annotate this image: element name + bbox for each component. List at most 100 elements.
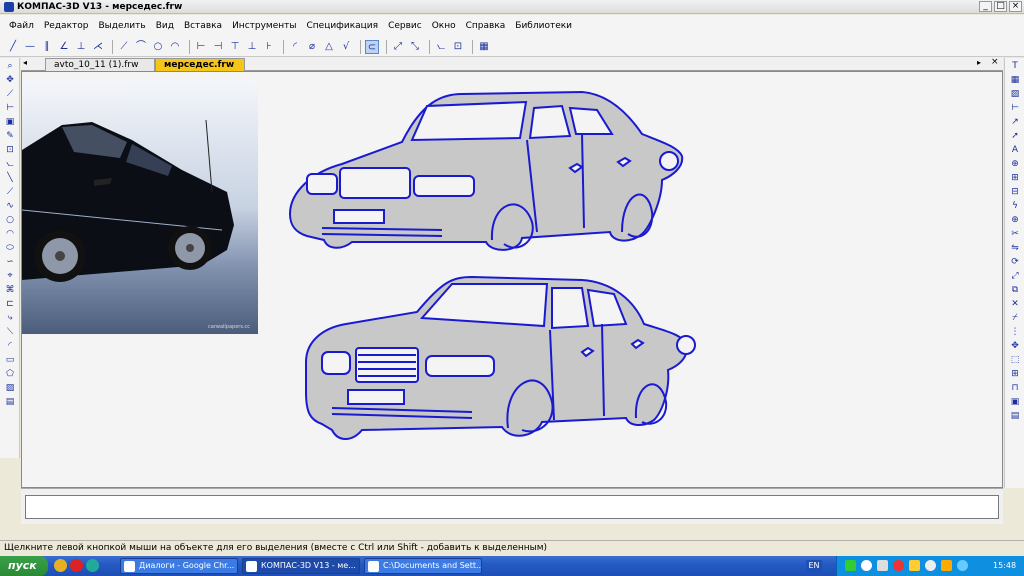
close-button[interactable]: × <box>1009 1 1022 12</box>
dimension-tool-icon[interactable]: ⊢ <box>194 40 208 54</box>
segment-tool-icon[interactable]: — <box>23 40 37 54</box>
line-icon[interactable]: ╲ <box>2 172 18 184</box>
menu-libraries[interactable]: Библиотеки <box>510 21 577 31</box>
menu-editor[interactable]: Редактор <box>39 21 94 31</box>
report-icon[interactable]: ⊏ <box>2 298 18 310</box>
delete-icon[interactable]: ✕ <box>1007 298 1023 310</box>
fillet-tool-icon[interactable]: ◜ <box>288 40 302 54</box>
start-button[interactable]: пуск <box>0 556 48 576</box>
tabs-left-arrow-icon[interactable]: ◂ <box>23 58 27 67</box>
ellipse-icon[interactable]: ⬭ <box>2 242 18 254</box>
task-kompas[interactable]: КОМПАС-3D V13 - ме... <box>242 558 360 574</box>
rect-icon[interactable]: ▭ <box>2 354 18 366</box>
drawing-canvas[interactable]: carwallpapers.cc <box>21 71 1003 488</box>
mirror-icon[interactable]: ⇋ <box>1007 242 1023 254</box>
layer-icon[interactable]: ▤ <box>1007 410 1023 422</box>
tangent-tool-icon[interactable]: ⌒ <box>134 40 148 54</box>
tray-icon[interactable] <box>941 560 952 571</box>
tray-icon[interactable] <box>861 560 872 571</box>
magnet-icon[interactable]: ⊂ <box>365 39 379 54</box>
dimension-icon[interactable]: ⊢ <box>2 102 18 114</box>
diameter-tool-icon[interactable]: ⌀ <box>305 40 319 54</box>
speaker-icon[interactable] <box>957 560 968 571</box>
section-icon[interactable]: ⊞ <box>1007 172 1023 184</box>
menu-select[interactable]: Выделить <box>93 21 150 31</box>
clock[interactable]: 15:48 <box>993 556 1016 576</box>
menu-specification[interactable]: Спецификация <box>301 21 383 31</box>
app-quicklaunch-icon[interactable] <box>86 559 99 572</box>
calc-icon[interactable]: ▦ <box>477 40 491 54</box>
contour-icon[interactable]: ⤷ <box>2 312 18 324</box>
circle-icon[interactable]: ○ <box>2 214 18 226</box>
measure-icon[interactable]: ⦦ <box>434 40 448 54</box>
menu-help[interactable]: Справка <box>461 21 511 31</box>
param-icon[interactable]: ⊡ <box>2 144 18 156</box>
task-explorer[interactable]: C:\Documents and Sett... <box>364 558 482 574</box>
fillet-icon[interactable]: ◜ <box>2 340 18 352</box>
circle-tool-icon[interactable]: ○ <box>151 40 165 54</box>
parallel-tool-icon[interactable]: ∥ <box>40 40 54 54</box>
horizontal-dim-icon[interactable]: ⊣ <box>211 40 225 54</box>
bezier-icon[interactable]: ∿ <box>2 200 18 212</box>
aligned-dim-icon[interactable]: ⊥ <box>245 40 259 54</box>
polygon-icon[interactable]: ⬠ <box>2 368 18 380</box>
menu-service[interactable]: Сервис <box>383 21 427 31</box>
line-tool-icon[interactable]: ╱ <box>6 40 20 54</box>
params-icon[interactable]: ⊡ <box>451 40 465 54</box>
insert-icon[interactable]: ▤ <box>2 396 18 408</box>
tolerance-icon[interactable]: ⊕ <box>1007 158 1023 170</box>
hatch-icon[interactable]: ▨ <box>2 382 18 394</box>
base-icon[interactable]: A <box>1007 144 1023 156</box>
array-icon[interactable]: ⊞ <box>1007 368 1023 380</box>
hatch-icon[interactable]: ▨ <box>1007 88 1023 100</box>
point-line-tool-icon[interactable]: ⟋ <box>117 40 131 54</box>
tray-icon[interactable] <box>909 560 920 571</box>
spec-icon[interactable]: ⌘ <box>2 284 18 296</box>
task-chrome[interactable]: Диалоги - Google Chr... <box>120 558 238 574</box>
chamfer-icon[interactable]: ⟍ <box>2 326 18 338</box>
view-icon[interactable]: ⊟ <box>1007 186 1023 198</box>
perpendicular-tool-icon[interactable]: ⊥ <box>74 40 88 54</box>
rotate-icon[interactable]: ⟳ <box>1007 256 1023 268</box>
tab-avto[interactable]: avto_10_11 (1).frw <box>45 58 155 71</box>
pan-icon[interactable]: ✥ <box>2 74 18 86</box>
edit-icon[interactable]: ✎ <box>2 130 18 142</box>
trim-icon[interactable]: ⌿ <box>1007 312 1023 324</box>
menu-file[interactable]: Файл <box>4 21 39 31</box>
move-icon[interactable]: ✥ <box>1007 340 1023 352</box>
tabs-right-arrow-icon[interactable]: ▸ <box>977 58 981 67</box>
chain-dim-icon[interactable]: ⊦ <box>262 40 276 54</box>
arc-icon[interactable]: ◠ <box>2 228 18 240</box>
tray-icon[interactable] <box>893 560 904 571</box>
roughness-tool-icon[interactable]: √ <box>339 40 353 54</box>
spline-icon[interactable]: ∽ <box>2 256 18 268</box>
polyline-icon[interactable]: ⟋ <box>2 186 18 198</box>
arc-tool-icon[interactable]: ◠ <box>168 40 182 54</box>
scale-icon[interactable]: ⤢ <box>1007 270 1023 282</box>
symbol-icon[interactable]: ▣ <box>2 116 18 128</box>
break-icon[interactable]: ⋮ <box>1007 326 1023 338</box>
join-icon[interactable]: ⊓ <box>1007 382 1023 394</box>
snap-point-icon[interactable]: ⤢ <box>391 40 405 54</box>
menu-insert[interactable]: Вставка <box>179 21 227 31</box>
text-icon[interactable]: T <box>1007 60 1023 72</box>
opera-quicklaunch-icon[interactable] <box>70 559 83 572</box>
dim-icon[interactable]: ⊢ <box>1007 102 1023 114</box>
geometry-icon[interactable]: ⟋ <box>2 88 18 100</box>
bisector-tool-icon[interactable]: ⋌ <box>91 40 105 54</box>
angle-tool-icon[interactable]: ∠ <box>57 40 71 54</box>
copy-icon[interactable]: ⧉ <box>1007 284 1023 296</box>
menu-window[interactable]: Окно <box>427 21 461 31</box>
chrome-quicklaunch-icon[interactable] <box>54 559 67 572</box>
menu-view[interactable]: Вид <box>151 21 179 31</box>
leader-icon[interactable]: ↗ <box>1007 116 1023 128</box>
deform-icon[interactable]: ⬚ <box>1007 354 1023 366</box>
snap-line-icon[interactable]: ⤡ <box>408 40 422 54</box>
measure-icon[interactable]: ⦦ <box>2 158 18 170</box>
tab-mersedes[interactable]: мерседес.frw <box>155 58 245 71</box>
lightning-icon[interactable]: ϟ <box>1007 200 1023 212</box>
close-doc-icon[interactable]: × <box>991 57 999 67</box>
cut-icon[interactable]: ✂ <box>1007 228 1023 240</box>
menu-tools[interactable]: Инструменты <box>227 21 301 31</box>
command-input-area[interactable] <box>25 495 999 519</box>
